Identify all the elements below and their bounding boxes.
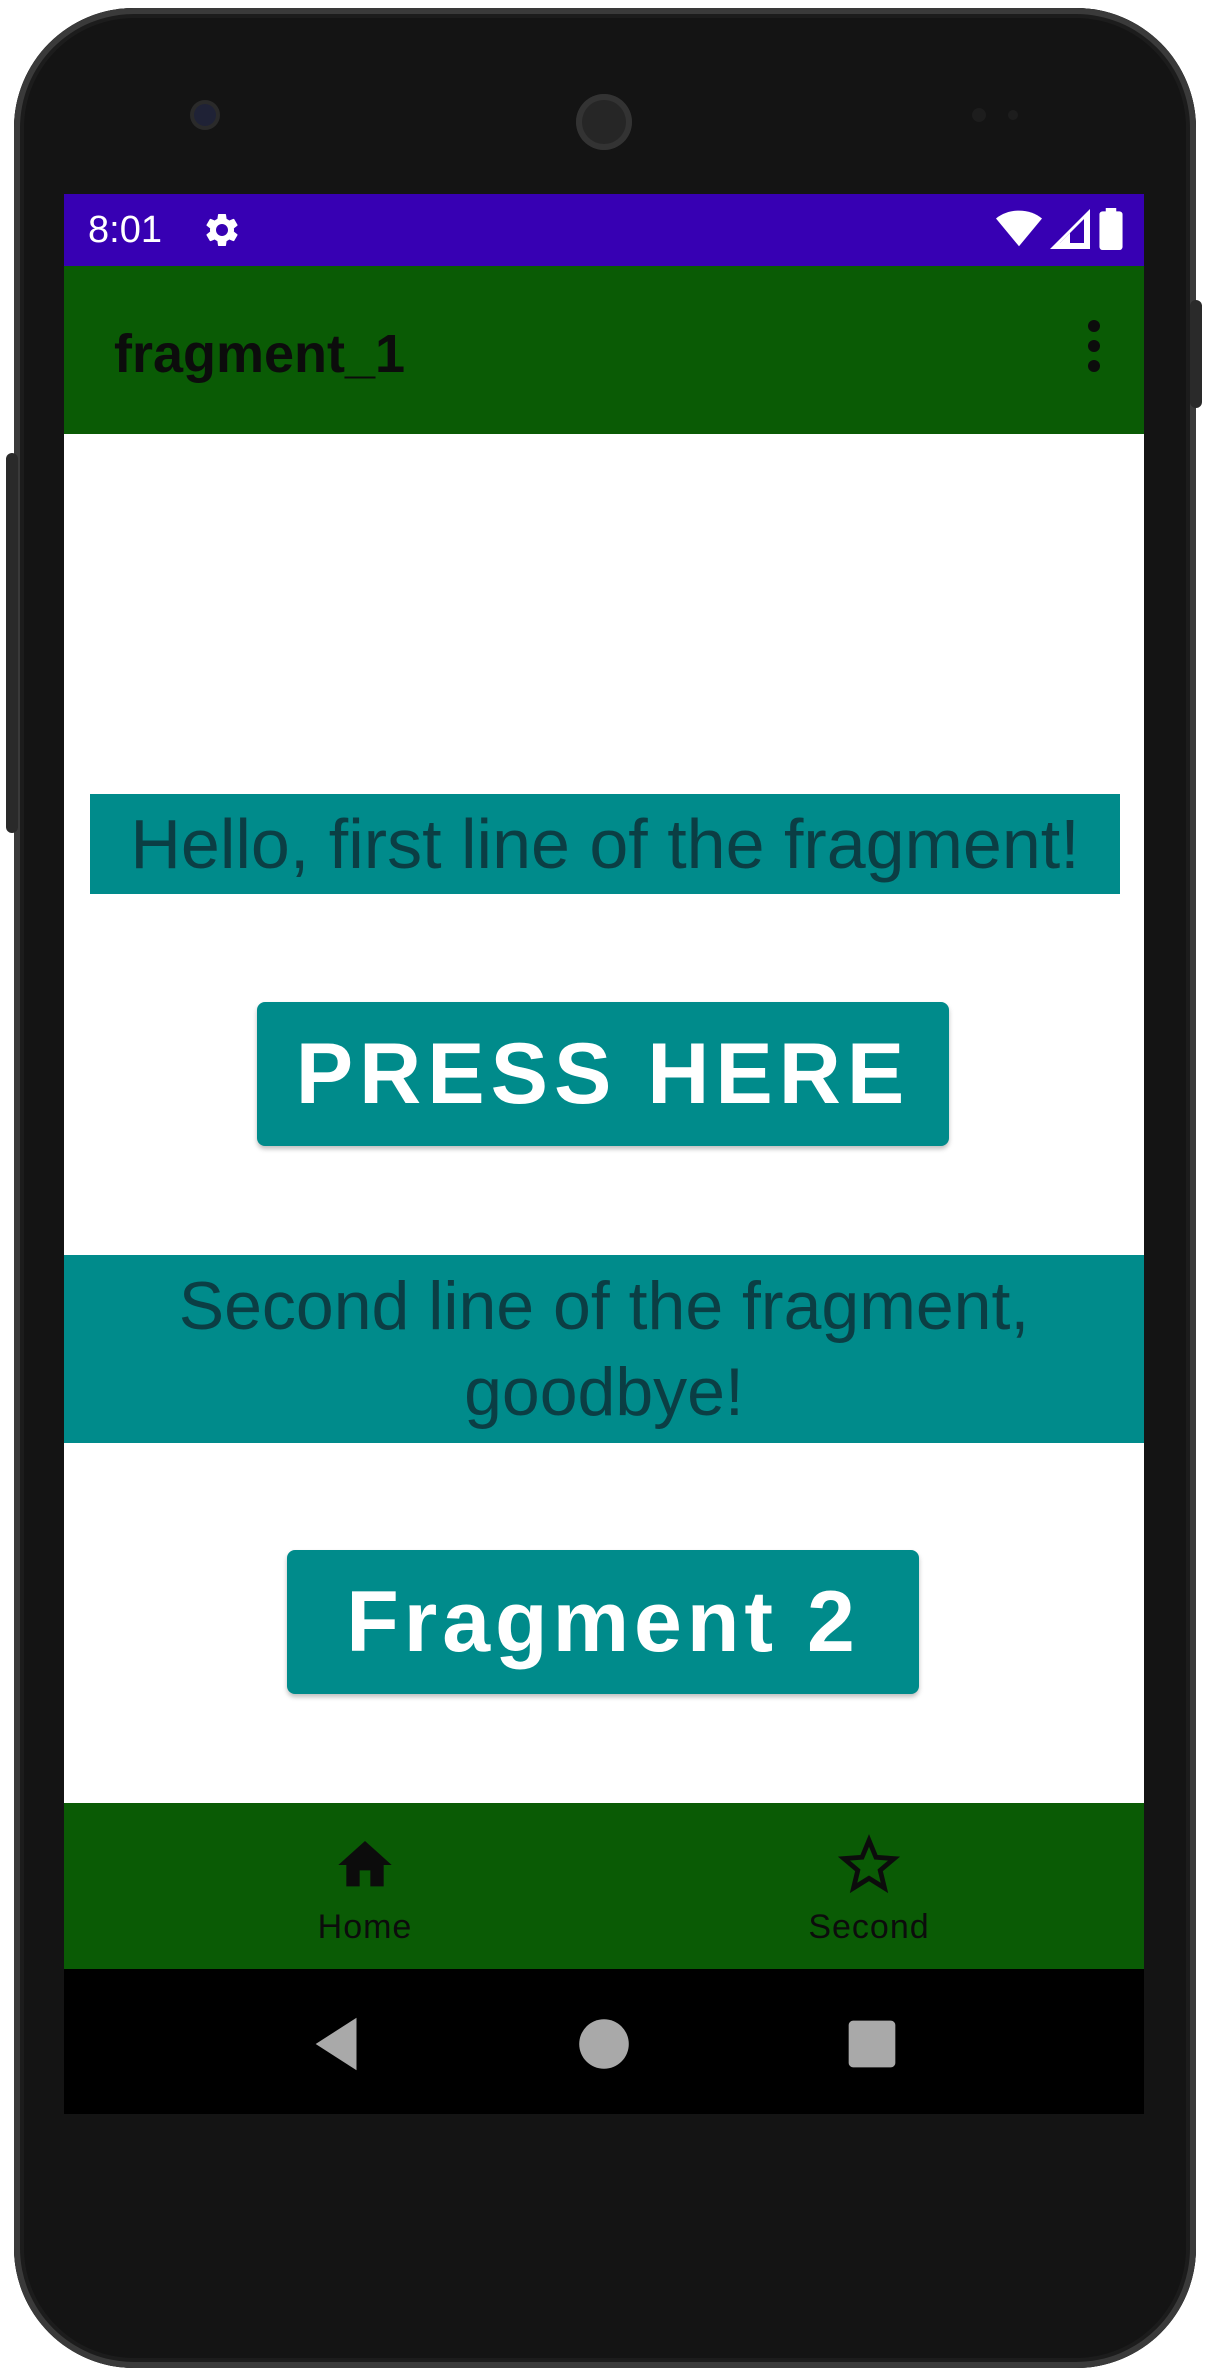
recents-icon[interactable] bbox=[837, 2009, 907, 2079]
star-outline-icon bbox=[837, 1834, 901, 1894]
battery-icon bbox=[1099, 208, 1123, 250]
home-circle-icon[interactable] bbox=[569, 2009, 639, 2079]
system-navigation-bar bbox=[64, 1969, 1144, 2114]
nav-label-home: Home bbox=[317, 1908, 413, 1946]
wifi-icon bbox=[996, 210, 1042, 247]
status-time: 8:01 bbox=[88, 209, 162, 251]
light-sensor bbox=[1008, 110, 1018, 120]
second-line-text: Second line of the fragment, goodbye! bbox=[64, 1255, 1144, 1443]
menu-dot bbox=[1088, 320, 1100, 332]
earpiece-speaker bbox=[576, 94, 632, 150]
gear-icon bbox=[206, 213, 238, 246]
nav-label-second: Second bbox=[808, 1908, 930, 1946]
signal-icon bbox=[1050, 209, 1090, 249]
device-screen: 8:01 fragment_1 Hello, first line of the… bbox=[64, 194, 1144, 2114]
home-icon bbox=[338, 1841, 392, 1887]
menu-dot bbox=[1088, 340, 1100, 352]
front-camera bbox=[194, 104, 216, 126]
volume-button bbox=[6, 453, 18, 833]
page-title: fragment_1 bbox=[114, 324, 406, 384]
app-bar: fragment_1 bbox=[64, 266, 1144, 434]
first-line-text: Hello, first line of the fragment! bbox=[90, 794, 1120, 894]
back-icon[interactable] bbox=[304, 2009, 374, 2079]
nav-item-home[interactable]: Home bbox=[95, 1803, 635, 1969]
nav-item-second[interactable]: Second bbox=[599, 1803, 1139, 1969]
fragment-2-button[interactable]: Fragment 2 bbox=[287, 1550, 919, 1694]
more-vert-icon[interactable] bbox=[1086, 320, 1102, 380]
bottom-navigation: Home Second bbox=[64, 1803, 1144, 1969]
proximity-sensor bbox=[972, 108, 986, 122]
status-bar: 8:01 bbox=[64, 194, 1144, 266]
menu-dot bbox=[1088, 360, 1100, 372]
power-button bbox=[1190, 300, 1202, 408]
press-here-button[interactable]: PRESS HERE bbox=[257, 1002, 949, 1146]
